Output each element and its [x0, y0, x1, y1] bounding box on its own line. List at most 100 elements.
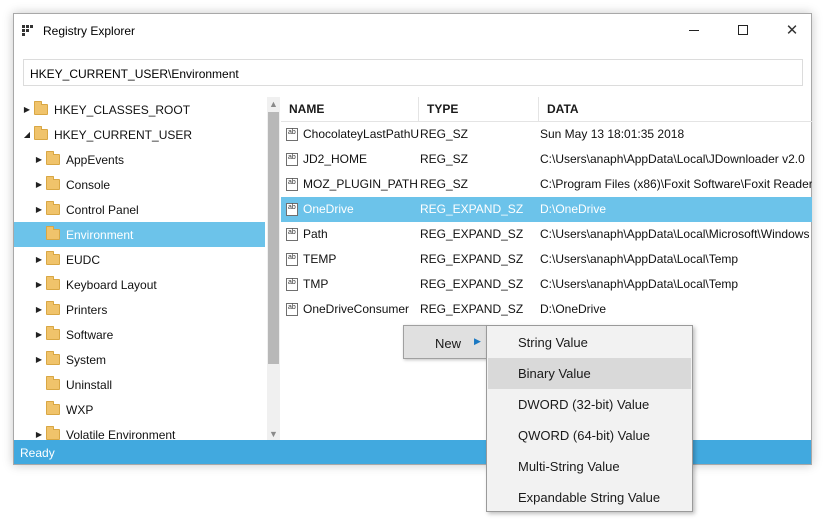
tree-item-label: Software	[66, 327, 114, 342]
table-row[interactable]: ab TEMP REG_EXPAND_SZ C:\Users\anaph\AppDat…	[281, 247, 812, 272]
tree-item[interactable]: ▶ Keyboard Layout	[14, 272, 265, 297]
value-data: C:\Users\anaph\AppData\Local\JDownloader…	[540, 152, 805, 166]
scroll-up-icon[interactable]: ▲	[267, 97, 280, 110]
close-icon: ✕	[785, 22, 799, 39]
tree-scrollbar[interactable]: ▲ ▼	[267, 97, 280, 440]
tree-item-label: Printers	[66, 302, 108, 317]
folder-icon	[46, 276, 60, 290]
table-row[interactable]: ab TMP REG_EXPAND_SZ C:\Users\anaph\AppData…	[281, 272, 812, 297]
value-name: Path	[303, 227, 328, 241]
expander-icon[interactable]: ▶	[22, 97, 32, 122]
value-name: TMP	[303, 277, 329, 291]
scrollbar-thumb[interactable]	[268, 112, 279, 364]
folder-icon	[46, 151, 60, 165]
tree-item[interactable]: Environment	[14, 222, 265, 247]
column-header-type[interactable]: TYPE	[419, 97, 539, 122]
expander-placeholder	[34, 222, 44, 247]
string-value-icon: ab	[286, 303, 298, 316]
expander-icon[interactable]: ▶	[34, 422, 44, 440]
value-name: ChocolateyLastPathUp	[303, 127, 419, 141]
maximize-button[interactable]	[720, 14, 766, 46]
string-value-icon: ab	[286, 278, 298, 291]
folder-icon	[46, 426, 60, 440]
value-data: C:\Program Files (x86)\Foxit Software\Fo…	[540, 177, 812, 191]
table-row[interactable]: ab JD2_HOME REG_SZ C:\Users\anaph\AppData\L…	[281, 147, 812, 172]
submenu-item[interactable]: String Value	[488, 327, 691, 358]
minimize-button[interactable]	[671, 14, 717, 46]
value-type: REG_SZ	[420, 152, 469, 166]
folder-icon	[34, 126, 48, 140]
value-type: REG_SZ	[420, 177, 469, 191]
value-name: OneDrive	[303, 202, 354, 216]
submenu-arrow-icon: ▶	[474, 336, 481, 346]
tree-item-label: Console	[66, 177, 111, 192]
tree-item[interactable]: Uninstall	[14, 372, 265, 397]
table-row[interactable]: ab OneDriveConsumer REG_EXPAND_SZ D:\OneDri…	[281, 297, 812, 322]
tree-item-label: Keyboard Layout	[66, 277, 157, 292]
tree-item[interactable]: ▶ EUDC	[14, 247, 265, 272]
value-type: REG_EXPAND_SZ	[420, 202, 524, 216]
expander-icon[interactable]: ▶	[34, 247, 44, 272]
string-value-icon: ab	[286, 178, 298, 191]
tree-item[interactable]: ▶ Console	[14, 172, 265, 197]
tree-item[interactable]: ▶ Printers	[14, 297, 265, 322]
submenu-item[interactable]: DWORD (32-bit) Value	[488, 389, 691, 420]
tree-item-label: EUDC	[66, 252, 101, 267]
tree-item[interactable]: ▶ System	[14, 347, 265, 372]
tree-item-label: Control Panel	[66, 202, 139, 217]
tree-item[interactable]: WXP	[14, 397, 265, 422]
expander-icon[interactable]: ▶	[34, 297, 44, 322]
tree-item-label: WXP	[66, 402, 94, 417]
expander-icon[interactable]: ▶	[34, 147, 44, 172]
column-header-name[interactable]: NAME	[281, 97, 419, 122]
tree-item[interactable]: ▶ AppEvents	[14, 147, 265, 172]
folder-icon	[46, 201, 60, 215]
expander-icon[interactable]: ▶	[34, 347, 44, 372]
list-header: NAME TYPE DATA	[281, 97, 812, 122]
tree-item[interactable]: ▶ Control Panel	[14, 197, 265, 222]
table-row[interactable]: ab ChocolateyLastPathUp REG_SZ Sun May 13 1…	[281, 122, 812, 147]
string-value-icon: ab	[286, 228, 298, 241]
tree-item[interactable]: ▶ Volatile Environment	[14, 422, 265, 440]
folder-icon	[46, 301, 60, 315]
tree-item[interactable]: ▶ HKEY_CLASSES_ROOT	[14, 97, 265, 122]
expander-icon[interactable]: ▶	[34, 197, 44, 222]
expander-icon[interactable]: ◢	[22, 122, 32, 147]
value-data: Sun May 13 18:01:35 2018	[540, 127, 685, 141]
address-bar[interactable]: HKEY_CURRENT_USER\Environment	[23, 59, 803, 86]
submenu-item[interactable]: Expandable String Value	[488, 482, 691, 513]
folder-icon	[46, 326, 60, 340]
value-name: TEMP	[303, 252, 337, 266]
expander-icon[interactable]: ▶	[34, 322, 44, 347]
expander-icon[interactable]: ▶	[34, 172, 44, 197]
expander-placeholder	[34, 397, 44, 422]
value-type: REG_EXPAND_SZ	[420, 252, 524, 266]
submenu-item[interactable]: Binary Value	[488, 358, 691, 389]
submenu-item[interactable]: QWORD (64-bit) Value	[488, 420, 691, 451]
context-menu-new[interactable]: New ▶	[403, 325, 487, 359]
scroll-down-icon[interactable]: ▼	[267, 427, 280, 440]
expander-icon[interactable]: ▶	[34, 272, 44, 297]
value-name: OneDriveConsumer	[303, 302, 410, 316]
value-type: REG_EXPAND_SZ	[420, 302, 524, 316]
tree-item[interactable]: ◢ HKEY_CURRENT_USER	[14, 122, 265, 147]
table-row[interactable]: ab MOZ_PLUGIN_PATH REG_SZ C:\Program Files …	[281, 172, 812, 197]
column-header-data[interactable]: DATA	[539, 97, 812, 122]
window-title: Registry Explorer	[43, 24, 136, 38]
expander-placeholder	[34, 372, 44, 397]
title-bar[interactable]: Registry Explorer ✕	[14, 14, 811, 47]
tree-item-label: Volatile Environment	[66, 427, 176, 441]
tree-item[interactable]: ▶ Software	[14, 322, 265, 347]
app-icon	[22, 25, 34, 37]
folder-icon	[46, 401, 60, 415]
value-data: D:\OneDrive	[540, 202, 607, 216]
string-value-icon: ab	[286, 128, 298, 141]
folder-icon	[46, 376, 60, 390]
folder-icon	[46, 351, 60, 365]
table-row[interactable]: ab Path REG_EXPAND_SZ C:\Users\anaph\AppDat…	[281, 222, 812, 247]
registry-key-tree[interactable]: ▶ HKEY_CLASSES_ROOT ◢ HKEY_CURRENT_USER ▶ App…	[14, 97, 265, 440]
table-row[interactable]: ab OneDrive REG_EXPAND_SZ D:\OneDrive	[281, 197, 812, 222]
submenu-item[interactable]: Multi-String Value	[488, 451, 691, 482]
tree-item-label: Uninstall	[66, 377, 113, 392]
close-button[interactable]: ✕	[769, 14, 815, 46]
